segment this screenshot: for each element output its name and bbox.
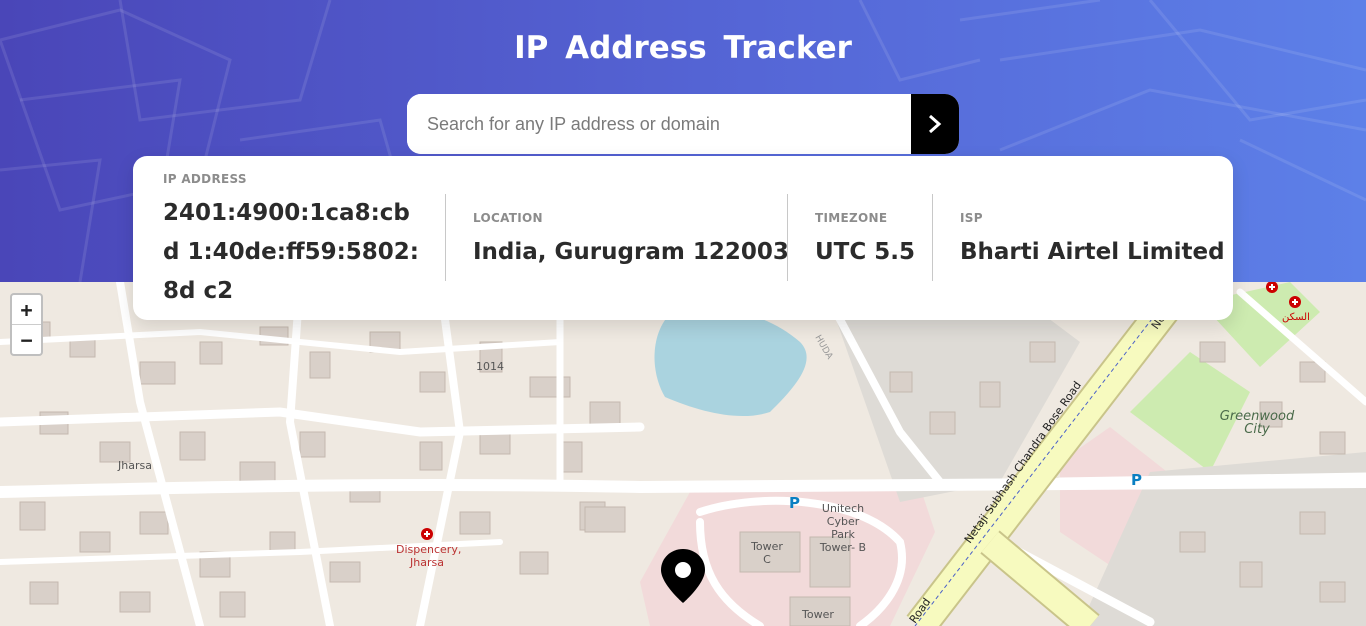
divider [932, 194, 933, 281]
ip-address-section: IP ADDRESS 2401:4900:1ca8:cbd 1:40de:ff5… [163, 172, 423, 311]
map-label-jharsa: Jharsa [118, 459, 152, 472]
map-label-greenwood: Greenwood City [1219, 409, 1295, 437]
ip-info-card: IP ADDRESS 2401:4900:1ca8:cbd 1:40de:ff5… [133, 156, 1233, 320]
map-label-unitech: Unitech Cyber Park Tower- B [819, 502, 867, 554]
divider [787, 194, 788, 281]
search-submit-button[interactable] [911, 94, 959, 154]
timezone-section: TIMEZONE UTC 5.5 [815, 211, 915, 272]
timezone-value: UTC 5.5 [815, 239, 915, 265]
divider [445, 194, 446, 281]
location-value: India, Gurugram 122003 [473, 239, 789, 265]
timezone-label: TIMEZONE [815, 211, 888, 225]
parking-icon: P [789, 494, 800, 512]
zoom-in-button[interactable]: + [12, 295, 41, 324]
map-label-arabic: السكن [1282, 312, 1310, 323]
search-input[interactable] [407, 94, 911, 154]
search-bar [407, 94, 959, 154]
map-zoom-control: + − [10, 293, 43, 356]
map-label-1014: 1014 [476, 360, 504, 373]
isp-value: Bharti Airtel Limited [960, 239, 1225, 265]
page-title: IP Address Tracker [514, 30, 852, 66]
chevron-right-icon [929, 114, 942, 134]
location-label: LOCATION [473, 211, 543, 225]
ip-address-label: IP ADDRESS [163, 172, 247, 186]
map-label-dispencery: Dispencery, Jharsa [396, 543, 462, 569]
isp-label: ISP [960, 211, 983, 225]
isp-section: ISP Bharti Airtel Limited [960, 211, 1225, 272]
map-label-tower: Tower [802, 608, 834, 621]
zoom-out-button[interactable]: − [12, 325, 41, 354]
map-label-tower-c: Tower C [751, 540, 783, 566]
ip-address-value: 2401:4900:1ca8:cbd 1:40de:ff59:5802:8d c… [163, 200, 419, 304]
location-pin-icon[interactable] [660, 548, 706, 608]
parking-icon: P [1131, 471, 1142, 489]
location-section: LOCATION India, Gurugram 122003 [473, 211, 789, 272]
